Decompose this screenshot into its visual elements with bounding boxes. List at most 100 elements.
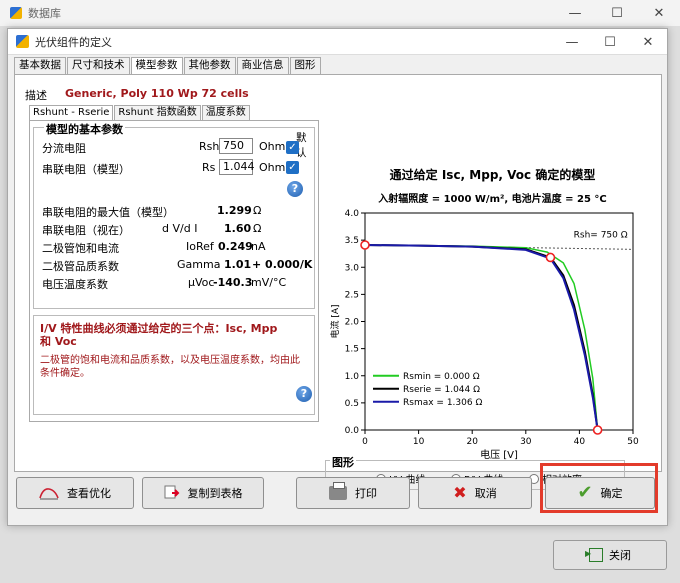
diode-q-symbol: Gamma	[177, 258, 221, 271]
y-tick-label: 0.5	[345, 399, 359, 409]
view-optimization-button[interactable]: 查看优化	[16, 477, 134, 509]
ok-button-highlight	[540, 463, 658, 513]
exit-icon	[585, 548, 603, 562]
copy-table-icon	[164, 485, 179, 499]
rserie-symbol: Rs	[202, 161, 216, 174]
y-tick-label: 0.0	[345, 426, 360, 436]
rshunt-input[interactable]: 750	[219, 138, 253, 154]
tab-basic-data[interactable]: 基本数据	[14, 57, 66, 74]
iv-condition-note: I/V 特性曲线必须通过给定的三个点：Isc, Mpp 和 Voc 二极管的饱和…	[33, 315, 315, 415]
y-tick-label: 2.0	[345, 318, 360, 328]
y-tick-label: 4.0	[345, 209, 360, 219]
iv-chart: 0 10 20 30 40 500.00.51.01.52.02.53.03.54.0电压…	[329, 209, 639, 461]
description-row: 描述 Generic, Poly 110 Wp 72 cells	[25, 87, 249, 103]
rs-app-unit: Ω	[253, 222, 262, 235]
diode-sat-label: 二极管饱和电流	[42, 242, 119, 255]
dialog-titlebar: 光伏组件的定义 — ☐ ✕	[8, 29, 667, 55]
description-label: 描述	[25, 89, 47, 102]
graph-group-title: 图形	[330, 454, 356, 470]
minimize-icon[interactable]: —	[554, 0, 596, 26]
sub-tabs: Rshunt - Rserie Rshunt 指数函数 温度系数	[29, 105, 251, 120]
rshunt-rserie-page: 模型的基本参数 默认 分流电阻 Rsh 750 Ohm ✓ 串联电阻（模型） R…	[29, 120, 319, 422]
key-point-2	[592, 425, 603, 435]
copy-to-table-button[interactable]: 复制到表格	[142, 477, 264, 509]
dialog-maximize-icon[interactable]: ☐	[591, 29, 629, 55]
rshunt-default-checkbox[interactable]: ✓	[286, 141, 299, 154]
x-tick-label: 20	[466, 437, 478, 447]
main-tabs: 基本数据 尺寸和技术 模型参数 其他参数 商业信息 图形	[14, 57, 322, 75]
main-window-titlebar: 数据库 — ☐ ✕	[0, 0, 680, 26]
diode-sat-symbol: IoRef	[186, 240, 214, 253]
app-icon	[10, 7, 22, 19]
x-tick-label: 30	[520, 437, 532, 447]
diode-q-label: 二极管品质系数	[42, 260, 119, 273]
curve-icon	[39, 488, 59, 500]
model-params-page: 描述 Generic, Poly 110 Wp 72 cells Rshunt …	[14, 74, 662, 490]
printer-icon	[329, 482, 347, 500]
voc-temp-value: -140.3	[213, 276, 253, 289]
rs-max-value: 1.299	[217, 204, 252, 217]
voc-temp-unit: mV/°C	[251, 276, 287, 289]
rs-max-unit: Ω	[253, 204, 262, 217]
close-window-button[interactable]: 关闭	[553, 540, 667, 570]
rserie-unit: Ohm	[259, 161, 286, 174]
dialog-app-icon	[16, 35, 29, 48]
subtab-rshunt-exp[interactable]: Rshunt 指数函数	[114, 105, 201, 120]
dialog-title: 光伏组件的定义	[35, 35, 112, 49]
diode-sat-value: 0.249	[218, 240, 253, 253]
y-tick-label: 3.0	[345, 263, 360, 273]
rs-max-label: 串联电阻的最大值（模型）	[42, 206, 174, 219]
y-tick-label: 1.5	[345, 345, 359, 355]
tab-model-params[interactable]: 模型参数	[130, 57, 183, 75]
params-help-icon[interactable]: ?	[287, 181, 303, 197]
y-tick-label: 2.5	[345, 290, 359, 300]
description-value: Generic, Poly 110 Wp 72 cells	[65, 87, 249, 100]
rserie-default-checkbox[interactable]: ✓	[286, 161, 299, 174]
dialog-minimize-icon[interactable]: —	[553, 29, 591, 55]
cancel-label: 取消	[474, 487, 497, 500]
tab-commercial[interactable]: 商业信息	[236, 57, 289, 74]
note-help-icon[interactable]: ?	[296, 386, 312, 402]
chart-title: 通过给定 Isc, Mpp, Voc 确定的模型	[389, 168, 596, 182]
print-label: 打印	[355, 487, 377, 500]
rs-app-label: 串联电阻（视在）	[42, 224, 130, 237]
y-tick-label: 3.5	[345, 236, 359, 246]
maximize-icon[interactable]: ☐	[596, 0, 638, 26]
pv-module-dialog: 光伏组件的定义 — ☐ ✕ 基本数据 尺寸和技术 模型参数 其他参数 商业信息 …	[7, 28, 668, 526]
close-icon[interactable]: ✕	[638, 0, 680, 26]
note-text: 二极管的饱和电流和品质系数，以及电压温度系数，均由此条件确定。	[40, 355, 300, 379]
dialog-close-icon[interactable]: ✕	[629, 29, 667, 55]
x-tick-label: 50	[627, 437, 639, 447]
subtab-rshunt-rserie[interactable]: Rshunt - Rserie	[29, 105, 114, 120]
params-group-title: 模型的基本参数	[44, 121, 125, 137]
subtab-temp-coeff[interactable]: 温度系数	[201, 105, 250, 120]
rs-app-symbol: d V/d I	[162, 222, 198, 235]
diode-q-extra: + 0.000/K	[252, 258, 313, 271]
voc-temp-symbol: μVoc	[188, 276, 215, 289]
x-tick-label: 40	[574, 437, 586, 447]
legend-label-0: Rsmin = 0.000 Ω	[403, 372, 480, 382]
rserie-label: 串联电阻（模型）	[42, 163, 130, 176]
y-tick-label: 1.0	[345, 372, 360, 382]
rs-app-value: 1.60	[224, 222, 252, 235]
note-title: I/V 特性曲线必须通过给定的三个点：Isc, Mpp 和 Voc	[40, 322, 278, 348]
diode-q-value: 1.01	[224, 258, 252, 271]
copy-to-table-label: 复制到表格	[187, 487, 243, 500]
tab-size-tech[interactable]: 尺寸和技术	[67, 57, 130, 74]
print-button[interactable]: 打印	[296, 477, 410, 509]
rshunt-symbol: Rsh	[199, 140, 220, 153]
view-optimization-label: 查看优化	[67, 487, 111, 500]
key-point-0	[360, 240, 370, 250]
rshunt-label: 分流电阻	[42, 142, 86, 155]
tab-graphics[interactable]: 图形	[289, 57, 321, 74]
voc-temp-label: 电压温度系数	[42, 278, 108, 291]
x-tick-label: 10	[413, 437, 425, 447]
basic-params-group: 模型的基本参数 默认 分流电阻 Rsh 750 Ohm ✓ 串联电阻（模型） R…	[33, 121, 315, 309]
key-point-1	[545, 252, 556, 263]
x-tick-label: 0	[362, 437, 368, 447]
main-window-title: 数据库	[28, 7, 61, 20]
cancel-button[interactable]: ✖ 取消	[418, 477, 532, 509]
rserie-input[interactable]: 1.044	[219, 159, 255, 175]
rshunt-annotation: Rsh= 750 Ω	[574, 230, 628, 240]
tab-other-params[interactable]: 其他参数	[183, 57, 236, 74]
